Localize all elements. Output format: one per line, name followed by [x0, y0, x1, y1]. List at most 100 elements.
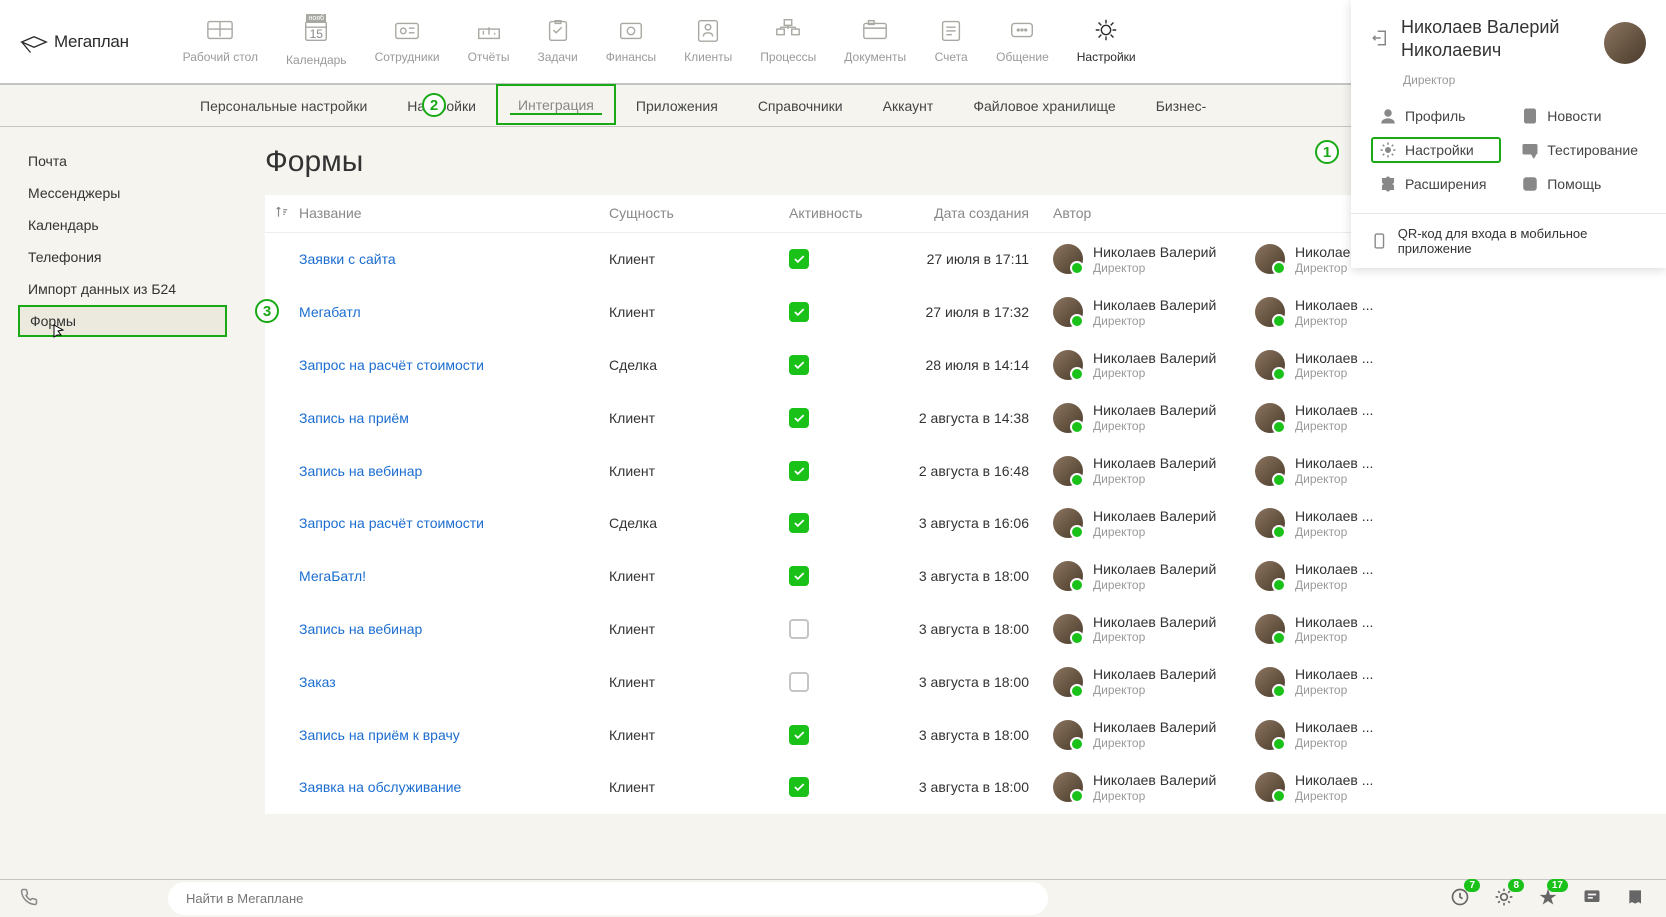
form-link[interactable]: Заявка на обслуживание: [299, 779, 461, 795]
topnav-Общение[interactable]: Общение: [982, 8, 1063, 75]
search-input[interactable]: [168, 882, 1048, 915]
col-author-header[interactable]: Автор: [1029, 205, 1255, 222]
form-link[interactable]: Заказ: [299, 674, 336, 690]
topnav-Настройки[interactable]: Настройки: [1063, 8, 1150, 75]
date-cell: 3 августа в 18:00: [909, 779, 1029, 795]
qr-code-link[interactable]: QR-код для входа в мобильное приложение: [1351, 213, 1666, 268]
author-cell: Николаев ...Директор: [1255, 402, 1666, 433]
author-cell: Николаев ...Директор: [1255, 297, 1666, 328]
table-row[interactable]: Заявка на обслуживание Клиент 3 августа …: [265, 761, 1666, 814]
sidebar-item-5[interactable]: Формы: [18, 305, 227, 337]
profile-menu-Расширения[interactable]: Расширения: [1371, 171, 1501, 197]
avatar: [1255, 244, 1285, 274]
avatar: [1053, 667, 1083, 697]
form-link[interactable]: Запрос на расчёт стоимости: [299, 357, 484, 373]
col-entity-header[interactable]: Сущность: [609, 205, 789, 222]
profile-menu-Профиль[interactable]: Профиль: [1371, 103, 1501, 129]
form-link[interactable]: Мегабатл: [299, 304, 361, 320]
form-link[interactable]: Запрос на расчёт стоимости: [299, 515, 484, 531]
table-row[interactable]: Мегабатл Клиент 27 июля в 17:32 Николаев…: [265, 286, 1666, 339]
author-cell: Николаев ВалерийДиректор: [1053, 719, 1255, 750]
avatar: [1255, 403, 1285, 433]
subnav-2[interactable]: Интеграция: [496, 84, 616, 125]
table-row[interactable]: МегаБатл! Клиент 3 августа в 18:00 Никол…: [265, 550, 1666, 603]
entity-cell: Клиент: [609, 410, 789, 426]
form-link[interactable]: Запись на вебинар: [299, 621, 422, 637]
checkbox-unchecked-icon[interactable]: [789, 672, 809, 692]
star-icon[interactable]: 17: [1538, 887, 1558, 910]
profile-menu-Новости[interactable]: Новости: [1513, 103, 1646, 129]
topnav-Календарь[interactable]: нояб15Календарь: [272, 8, 361, 75]
profile-menu-Настройки[interactable]: Настройки: [1371, 137, 1501, 163]
phone-icon[interactable]: [20, 888, 38, 909]
author-cell: Николаев ВалерийДиректор: [1053, 666, 1255, 697]
sidebar-item-1[interactable]: Мессенджеры: [0, 177, 245, 209]
topnav-Отчёты[interactable]: Отчёты: [454, 8, 524, 75]
author-cell: Николаев ...Директор: [1255, 508, 1666, 539]
col-activity-header[interactable]: Активность: [789, 205, 909, 222]
feed-icon[interactable]: [1626, 887, 1646, 910]
subnav-4[interactable]: Справочники: [738, 85, 863, 126]
checkbox-checked-icon[interactable]: [789, 725, 809, 745]
table-row[interactable]: Запрос на расчёт стоимости Сделка 3 авгу…: [265, 497, 1666, 550]
sort-icon[interactable]: [265, 205, 299, 222]
global-search[interactable]: [168, 882, 1048, 915]
subnav-5[interactable]: Аккаунт: [863, 85, 954, 126]
checkbox-checked-icon[interactable]: [789, 302, 809, 322]
checkbox-unchecked-icon[interactable]: [789, 619, 809, 639]
topnav-Процессы[interactable]: Процессы: [746, 8, 830, 75]
form-link[interactable]: Заявки с сайта: [299, 251, 396, 267]
topnav-Документы[interactable]: Документы: [830, 8, 920, 75]
checkbox-checked-icon[interactable]: [789, 249, 809, 269]
profile-menu-Помощь[interactable]: Помощь: [1513, 171, 1646, 197]
subnav-7[interactable]: Бизнес-: [1136, 85, 1227, 126]
subnav-3[interactable]: Приложения: [616, 85, 738, 126]
form-link[interactable]: Запись на приём к врачу: [299, 727, 460, 743]
checkbox-checked-icon[interactable]: [789, 461, 809, 481]
checkbox-checked-icon[interactable]: [789, 513, 809, 533]
author-cell: Николаев ...Директор: [1255, 561, 1666, 592]
chat-icon[interactable]: [1582, 887, 1602, 910]
sidebar-item-0[interactable]: Почта: [0, 145, 245, 177]
form-link[interactable]: Запись на приём: [299, 410, 409, 426]
table-row[interactable]: Запись на вебинар Клиент 2 августа в 16:…: [265, 444, 1666, 497]
topnav-Задачи[interactable]: Задачи: [523, 8, 591, 75]
form-link[interactable]: МегаБатл!: [299, 568, 366, 584]
form-link[interactable]: Запись на вебинар: [299, 463, 422, 479]
profile-menu-Тестирование[interactable]: Тестирование: [1513, 137, 1646, 163]
topnav-Счета[interactable]: Счета: [920, 8, 982, 75]
checkbox-checked-icon[interactable]: [789, 566, 809, 586]
topnav-Клиенты[interactable]: Клиенты: [670, 8, 746, 75]
table-row[interactable]: Запись на вебинар Клиент 3 августа в 18:…: [265, 603, 1666, 656]
subnav-6[interactable]: Файловое хранилище: [953, 85, 1135, 126]
avatar: [1053, 561, 1083, 591]
avatar[interactable]: [1604, 22, 1646, 64]
topnav-Сотрудники[interactable]: Сотрудники: [361, 8, 454, 75]
entity-cell: Сделка: [609, 515, 789, 531]
table-row[interactable]: Запись на приём к врачу Клиент 3 августа…: [265, 708, 1666, 761]
logout-icon[interactable]: [1371, 29, 1389, 50]
entity-cell: Клиент: [609, 568, 789, 584]
col-name-header[interactable]: Название: [299, 205, 609, 222]
date-cell: 27 июля в 17:32: [909, 304, 1029, 320]
table-row[interactable]: Запрос на расчёт стоимости Сделка 28 июл…: [265, 339, 1666, 392]
logo[interactable]: Мегаплан: [20, 28, 129, 56]
footer-bar: 7 8 17: [0, 879, 1666, 917]
entity-cell: Клиент: [609, 779, 789, 795]
checkbox-checked-icon[interactable]: [789, 777, 809, 797]
checkbox-checked-icon[interactable]: [789, 408, 809, 428]
sidebar-item-2[interactable]: Календарь: [0, 209, 245, 241]
clock-icon[interactable]: 7: [1450, 887, 1470, 910]
table-row[interactable]: Заказ Клиент 3 августа в 18:00 Николаев …: [265, 655, 1666, 708]
subnav-0[interactable]: Персональные настройки: [180, 85, 387, 126]
topnav-Рабочий стол[interactable]: Рабочий стол: [169, 8, 272, 75]
sidebar-item-3[interactable]: Телефония: [0, 241, 245, 273]
col-date-header[interactable]: Дата создания: [909, 205, 1029, 222]
topnav-Финансы[interactable]: Финансы: [592, 8, 670, 75]
help-icon[interactable]: 8: [1494, 887, 1514, 910]
avatar: [1255, 297, 1285, 327]
sidebar-item-4[interactable]: Импорт данных из Б24: [0, 273, 245, 305]
checkbox-checked-icon[interactable]: [789, 355, 809, 375]
date-cell: 27 июля в 17:11: [909, 251, 1029, 267]
table-row[interactable]: Запись на приём Клиент 2 августа в 14:38…: [265, 391, 1666, 444]
